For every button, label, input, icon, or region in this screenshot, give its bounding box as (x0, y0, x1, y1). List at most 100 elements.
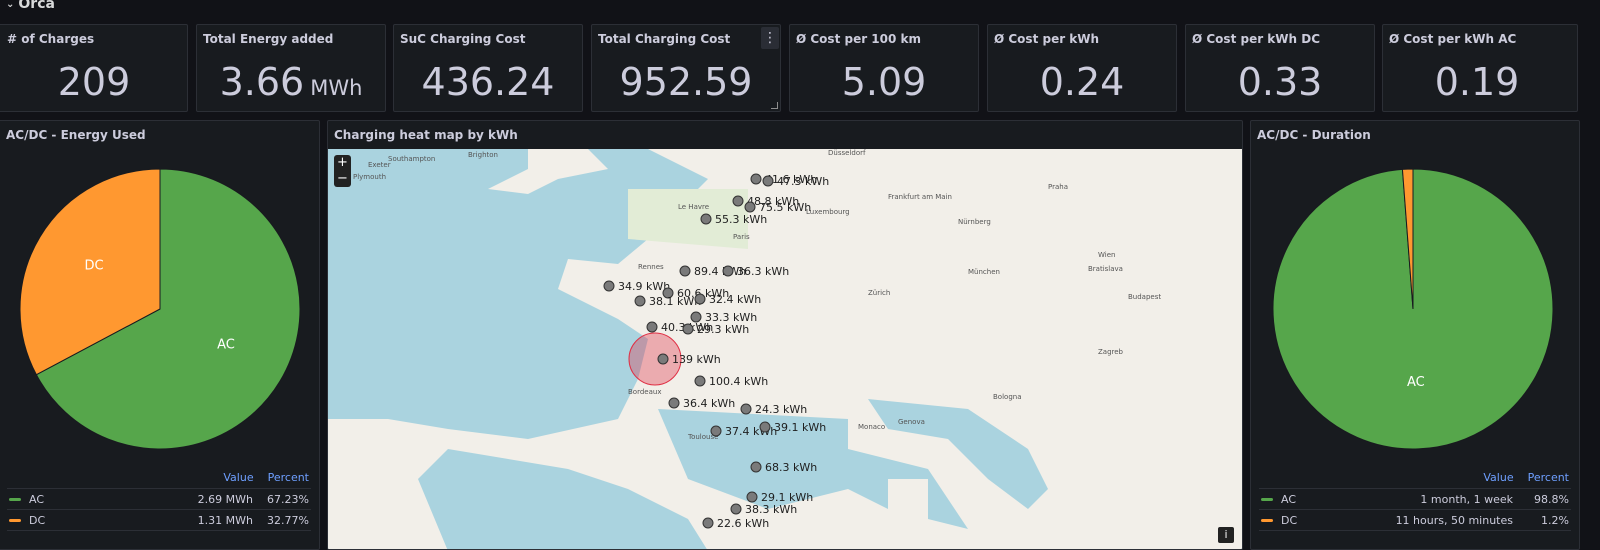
map-marker[interactable] (682, 323, 694, 335)
legend-percent-header[interactable]: Percent (1528, 471, 1569, 484)
map-marker-label: 29.3 kWh (697, 323, 749, 336)
place-label: Praha (1048, 183, 1068, 191)
map-marker[interactable] (732, 195, 744, 207)
map-marker-label: 39.1 kWh (774, 421, 826, 434)
map-marker[interactable] (700, 213, 712, 225)
legend-header: Value Percent (1259, 468, 1571, 489)
legend-percent: 32.77% (267, 513, 309, 527)
legend-value-header[interactable]: Value (223, 471, 253, 484)
map-marker-label: 34.9 kWh (618, 280, 670, 293)
legend-name: DC (29, 513, 46, 527)
energy-pie-chart[interactable]: AC DC (0, 149, 320, 479)
legend-name: DC (1281, 513, 1298, 527)
map-marker[interactable] (730, 503, 742, 515)
legend-row-ac[interactable]: AC 2.69 MWh 67.23% (7, 489, 311, 510)
map-marker-label: 38.3 kWh (745, 503, 797, 516)
map-marker[interactable] (646, 321, 658, 333)
place-label: Nürnberg (958, 218, 991, 226)
map-marker[interactable] (746, 491, 758, 503)
legend-name: AC (29, 492, 45, 506)
panel-title: # of Charges (7, 32, 95, 46)
place-label: Luxembourg (806, 208, 850, 216)
place-label: Zagreb (1098, 348, 1124, 356)
map-marker-label: 22.6 kWh (717, 517, 769, 530)
place-label: Frankfurt am Main (888, 193, 952, 201)
place-label: Southampton (388, 155, 435, 163)
map-marker[interactable] (744, 201, 756, 213)
map-canvas[interactable]: Düsseldorf Southampton Brighton Exeter Plymo… (328, 149, 1242, 549)
place-label: Budapest (1128, 293, 1161, 301)
energy-used-panel[interactable]: AC/DC - Energy Used AC DC Value Percent A… (0, 120, 320, 550)
zoom-in-button[interactable]: + (334, 155, 351, 171)
pie-label-dc: DC (84, 258, 103, 273)
row-title: Orca (18, 0, 55, 12)
panel-title: Charging heat map by kWh (334, 128, 518, 142)
legend-name: AC (1281, 492, 1297, 506)
map-marker[interactable] (668, 397, 680, 409)
panel-menu-icon[interactable]: ⋮ (761, 27, 779, 49)
heat-map-panel[interactable]: Charging heat map by kWh Düsseldorf South… (327, 120, 1243, 550)
place-label: Bratislava (1088, 265, 1123, 273)
legend-value-header[interactable]: Value (1483, 471, 1513, 484)
legend-row-dc[interactable]: DC 1.31 MWh 32.77% (7, 510, 311, 531)
legend-percent: 1.2% (1541, 513, 1569, 527)
info-icon[interactable]: i (1218, 527, 1234, 543)
place-label: Zürich (868, 289, 890, 297)
place-label: Monaco (858, 423, 885, 431)
map-marker[interactable] (694, 375, 706, 387)
map-marker-label: 100.4 kWh (709, 375, 768, 388)
stat-panel-cost-kwh-ac[interactable]: Ø Cost per kWh AC 0.19 (1382, 24, 1578, 112)
stat-panel-cost-100km[interactable]: Ø Cost per 100 km 5.09 (789, 24, 979, 112)
ac-swatch-icon (1261, 497, 1273, 501)
map-marker[interactable] (762, 175, 774, 187)
stat-panel-cost-kwh-dc[interactable]: Ø Cost per kWh DC 0.33 (1185, 24, 1375, 112)
map-marker[interactable] (750, 173, 762, 185)
panel-title: Ø Cost per 100 km (796, 32, 922, 46)
resize-handle-icon[interactable] (771, 102, 778, 109)
stat-value: 0.19 (1434, 60, 1520, 104)
map-svg[interactable]: Düsseldorf Southampton Brighton Exeter Plymo… (328, 149, 1242, 549)
place-label: Le Havre (678, 203, 709, 211)
place-label: Rennes (638, 263, 664, 271)
chevron-down-icon[interactable]: ⌄ (6, 0, 14, 10)
stat-panel-suc-cost[interactable]: SuC Charging Cost 436.24 (393, 24, 583, 112)
stat-value: 436.24 (421, 60, 555, 104)
map-marker-label: 32.4 kWh (709, 293, 761, 306)
map-marker[interactable] (679, 265, 691, 277)
legend-value: 1 month, 1 week (1420, 492, 1513, 506)
stat-panel-total-cost[interactable]: Total Charging Cost ⋮ 952.59 (591, 24, 781, 112)
row-header[interactable]: ⌄ Orca (6, 0, 55, 12)
map-marker[interactable] (694, 293, 706, 305)
map-marker[interactable] (657, 353, 669, 365)
stat-value: 5.09 (841, 60, 927, 104)
duration-panel[interactable]: AC/DC - Duration AC Value Percent AC 1 m… (1250, 120, 1580, 550)
place-label: Wien (1098, 251, 1115, 259)
stat-panel-energy[interactable]: Total Energy added 3.66 MWh (196, 24, 386, 112)
stat-value: 3.66 MWh (219, 60, 363, 104)
map-marker[interactable] (710, 425, 722, 437)
stat-value: 0.33 (1237, 60, 1323, 104)
map-marker-label: 139 kWh (672, 353, 721, 366)
place-label: Genova (898, 418, 925, 426)
map-marker[interactable] (603, 280, 615, 292)
duration-legend: Value Percent AC 1 month, 1 week 98.8% D… (1259, 468, 1571, 531)
pie-label-ac: AC (217, 338, 235, 353)
map-marker-label: 55.3 kWh (715, 213, 767, 226)
map-marker[interactable] (634, 295, 646, 307)
panel-title: AC/DC - Duration (1257, 128, 1371, 142)
stat-panel-charges[interactable]: # of Charges 209 (0, 24, 188, 112)
map-marker-label: 36.4 kWh (683, 397, 735, 410)
map-marker[interactable] (759, 421, 771, 433)
map-marker[interactable] (722, 265, 734, 277)
map-marker-label: 24.3 kWh (755, 403, 807, 416)
map-marker[interactable] (750, 461, 762, 473)
map-marker[interactable] (740, 403, 752, 415)
legend-row-ac[interactable]: AC 1 month, 1 week 98.8% (1259, 489, 1571, 510)
zoom-out-button[interactable]: − (334, 171, 351, 187)
map-marker[interactable] (702, 517, 714, 529)
stat-panel-cost-kwh[interactable]: Ø Cost per kWh 0.24 (987, 24, 1177, 112)
duration-pie-chart[interactable]: AC (1251, 149, 1580, 479)
legend-row-dc[interactable]: DC 11 hours, 50 minutes 1.2% (1259, 510, 1571, 531)
legend-percent-header[interactable]: Percent (268, 471, 309, 484)
legend-value: 11 hours, 50 minutes (1395, 513, 1513, 527)
